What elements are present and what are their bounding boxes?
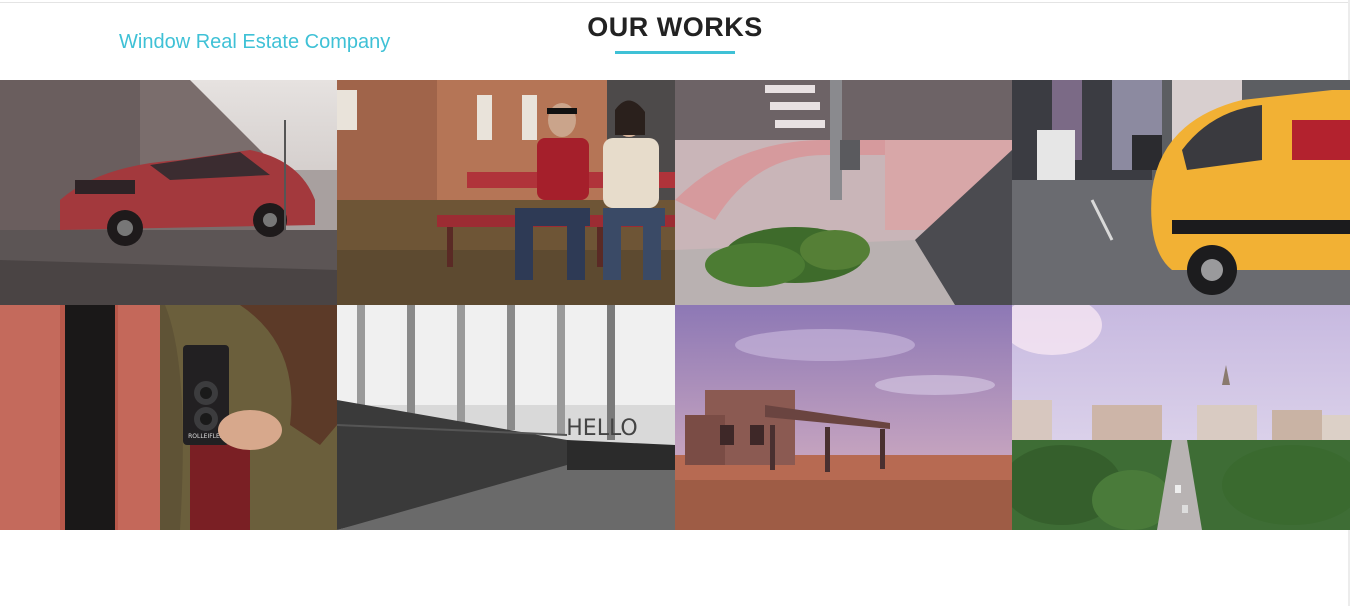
- gallery-item-red-car[interactable]: [0, 80, 337, 305]
- gallery-item-city-aerial[interactable]: [1012, 305, 1350, 530]
- section-title: OUR WORKS: [587, 12, 763, 42]
- gallery-item-street-corner[interactable]: [675, 80, 1012, 305]
- gallery-item-yellow-taxi[interactable]: [1012, 80, 1350, 305]
- red-car-photo-icon: [0, 80, 337, 305]
- works-gallery: ROLLEIFLEX HELLO: [0, 80, 1350, 530]
- abandoned-building-photo-icon: [675, 305, 1012, 530]
- street-corner-photo-icon: [675, 80, 1012, 305]
- gallery-item-couple-bench[interactable]: [337, 80, 675, 305]
- gallery-item-abandoned-building[interactable]: [675, 305, 1012, 530]
- wall-hello-text: HELLO: [566, 416, 638, 441]
- city-aerial-photo-icon: [1012, 305, 1350, 530]
- gallery-item-corridor-hello[interactable]: HELLO: [337, 305, 675, 530]
- couple-bench-photo-icon: [337, 80, 675, 305]
- title-underline: [615, 51, 735, 54]
- gallery-item-camera-person[interactable]: ROLLEIFLEX: [0, 305, 337, 530]
- yellow-taxi-photo-icon: [1012, 80, 1350, 305]
- camera-brand-label: ROLLEIFLEX: [188, 433, 224, 440]
- corridor-hello-photo-icon: HELLO: [337, 305, 675, 530]
- camera-person-photo-icon: ROLLEIFLEX: [0, 305, 337, 530]
- header-top-border: [0, 2, 1350, 3]
